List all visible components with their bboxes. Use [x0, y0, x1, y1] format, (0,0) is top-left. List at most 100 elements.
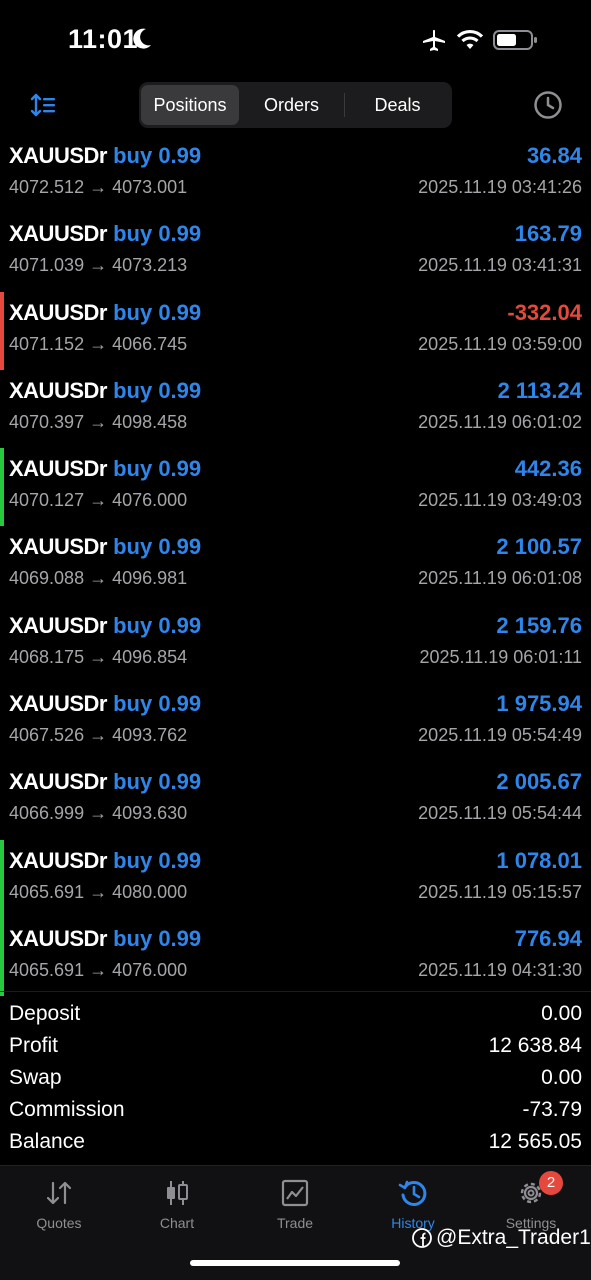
summary-value: 12 638.84: [488, 1034, 582, 1057]
symbol: XAUUSDr: [9, 299, 107, 325]
status-marker: [0, 291, 4, 370]
status-marker: [0, 683, 4, 761]
side-volume: buy 0.99: [113, 143, 202, 168]
symbol: XAUUSDr: [9, 377, 107, 403]
position-row[interactable]: XAUUSDr buy 0.99 4065.691 → 4080.000 1 078…: [0, 839, 591, 918]
status-marker: [0, 370, 4, 448]
trade-chart-icon: [281, 1179, 309, 1207]
summary-label: Deposit: [9, 1002, 81, 1025]
side-volume: buy 0.99: [113, 534, 202, 560]
position-row[interactable]: XAUUSDr buy 0.99 4070.397 → 4098.458 2 113…: [0, 370, 591, 448]
position-row[interactable]: XAUUSDr buy 0.99 4066.999 → 4093.630 2 005…: [0, 761, 591, 839]
close-time: 2025.11.19 04:31:30: [418, 959, 582, 980]
facebook-icon: [412, 1228, 432, 1248]
tab-chart[interactable]: Chart: [118, 1178, 236, 1231]
price-range: 4065.691 → 4080.000: [9, 881, 188, 902]
profit-value: 2 159.76: [496, 612, 582, 638]
tab-trade[interactable]: Trade: [236, 1178, 354, 1231]
symbol: XAUUSDr: [9, 143, 107, 168]
side-volume: buy 0.99: [113, 612, 202, 638]
candlestick-chart-icon: [167, 1181, 188, 1205]
position-title: XAUUSDr buy 0.99: [9, 926, 201, 952]
status-marker: [0, 761, 4, 839]
profit-value: 1 078.01: [496, 847, 582, 873]
summary-row-swap: Swap 0.00: [0, 1063, 591, 1095]
history-clock-icon[interactable]: [532, 89, 564, 121]
summary-value: 0.00: [541, 1002, 582, 1025]
summary-label: Balance: [9, 1130, 85, 1153]
position-title: XAUUSDr buy 0.99: [9, 613, 201, 639]
position-title: XAUUSDr buy 0.99: [9, 848, 201, 874]
close-time: 2025.11.19 06:01:08: [418, 568, 582, 589]
notification-badge: 2: [539, 1171, 563, 1195]
tab-quotes[interactable]: Quotes: [0, 1178, 118, 1231]
status-marker: [0, 917, 4, 997]
position-row[interactable]: XAUUSDr buy 0.99 4071.039 → 4073.213 163.7…: [0, 213, 591, 291]
price-range: 4070.397 → 4098.458: [9, 411, 188, 432]
position-row[interactable]: XAUUSDr buy 0.99 4067.526 → 4093.762 1 975…: [0, 683, 591, 761]
price-range: 4072.512 → 4073.001: [9, 177, 188, 197]
profit-value: 442.36: [514, 456, 582, 482]
close-time: 2025.11.19 05:15:57: [418, 881, 582, 902]
airplane-icon: [423, 29, 445, 51]
status-marker: [0, 448, 4, 527]
profit-value: 36.84: [526, 143, 582, 168]
price-range: 4070.127 → 4076.000: [9, 490, 188, 511]
tab-settings[interactable]: 2 Settings: [472, 1171, 590, 1231]
position-title: XAUUSDr buy 0.99: [9, 456, 201, 482]
positions-list: XAUUSDr buy 0.99 4072.512 → 4073.001 36.84…: [0, 135, 591, 997]
position-title: XAUUSDr buy 0.99: [9, 378, 201, 404]
tab-orders[interactable]: Orders: [239, 85, 344, 125]
profit-value: 2 100.57: [496, 534, 582, 560]
tab-history[interactable]: History: [354, 1178, 472, 1231]
price-range: 4067.526 → 4093.762: [9, 725, 188, 746]
price-range: 4071.039 → 4073.213: [9, 255, 188, 276]
wifi-icon: [456, 29, 484, 49]
close-time: 2025.11.19 03:41:26: [418, 177, 582, 197]
position-title: XAUUSDr buy 0.99: [9, 221, 201, 247]
symbol: XAUUSDr: [9, 221, 107, 247]
symbol: XAUUSDr: [9, 612, 107, 638]
position-row[interactable]: XAUUSDr buy 0.99 4069.088 → 4096.981 2 100…: [0, 526, 591, 604]
position-row[interactable]: XAUUSDr buy 0.99 4070.127 → 4076.000 442.3…: [0, 448, 591, 527]
close-time: 2025.11.19 06:01:02: [418, 411, 582, 432]
position-row[interactable]: XAUUSDr buy 0.99 4068.175 → 4096.854 2 159…: [0, 605, 591, 683]
tab-deals[interactable]: Deals: [345, 85, 450, 125]
history-icon: [398, 1180, 427, 1206]
symbol: XAUUSDr: [9, 691, 107, 717]
sort-icon[interactable]: [30, 92, 58, 118]
close-time: 2025.11.19 06:01:11: [419, 646, 582, 667]
position-row[interactable]: XAUUSDr buy 0.99 4071.152 → 4066.745 -332.…: [0, 291, 591, 370]
summary-value: -73.79: [522, 1098, 582, 1121]
close-time: 2025.11.19 03:59:00: [418, 333, 582, 354]
side-volume: buy 0.99: [113, 925, 202, 951]
position-title: XAUUSDr buy 0.99: [9, 769, 201, 795]
tab-chart-label: Chart: [159, 1215, 195, 1231]
side-volume: buy 0.99: [113, 769, 202, 795]
summary-value: 0.00: [541, 1066, 582, 1089]
quotes-arrows-icon: [46, 1181, 72, 1205]
summary-divider: [0, 991, 591, 992]
toolbar: Positions Orders Deals: [0, 80, 591, 132]
status-marker: [0, 605, 4, 683]
summary-row-profit: Profit 12 638.84: [0, 1031, 591, 1063]
position-row[interactable]: XAUUSDr buy 0.99 4072.512 → 4073.001 36.84…: [0, 135, 591, 213]
status-marker: [0, 135, 4, 213]
side-volume: buy 0.99: [113, 221, 202, 247]
summary-row-commission: Commission -73.79: [0, 1095, 591, 1127]
home-indicator: [190, 1260, 400, 1266]
position-title: XAUUSDr buy 0.99: [9, 300, 201, 326]
watermark-text: @Extra_Trader1: [436, 1226, 591, 1249]
battery-icon: [493, 30, 537, 50]
summary-section: Deposit 0.00 Profit 12 638.84 Swap 0.00 Commis…: [0, 999, 591, 1159]
summary-row-balance: Balance 12 565.05: [0, 1127, 591, 1159]
price-range: 4068.175 → 4096.854: [9, 646, 188, 667]
tab-positions[interactable]: Positions: [141, 85, 239, 125]
position-row[interactable]: XAUUSDr buy 0.99 4065.691 → 4076.000 776.9…: [0, 917, 591, 997]
tab-quotes-label: Quotes: [36, 1215, 82, 1231]
summary-label: Swap: [9, 1066, 62, 1089]
summary-label: Commission: [9, 1098, 125, 1121]
close-time: 2025.11.19 03:49:03: [418, 490, 582, 511]
symbol: XAUUSDr: [9, 925, 107, 951]
profit-value: 2 113.24: [497, 377, 582, 403]
